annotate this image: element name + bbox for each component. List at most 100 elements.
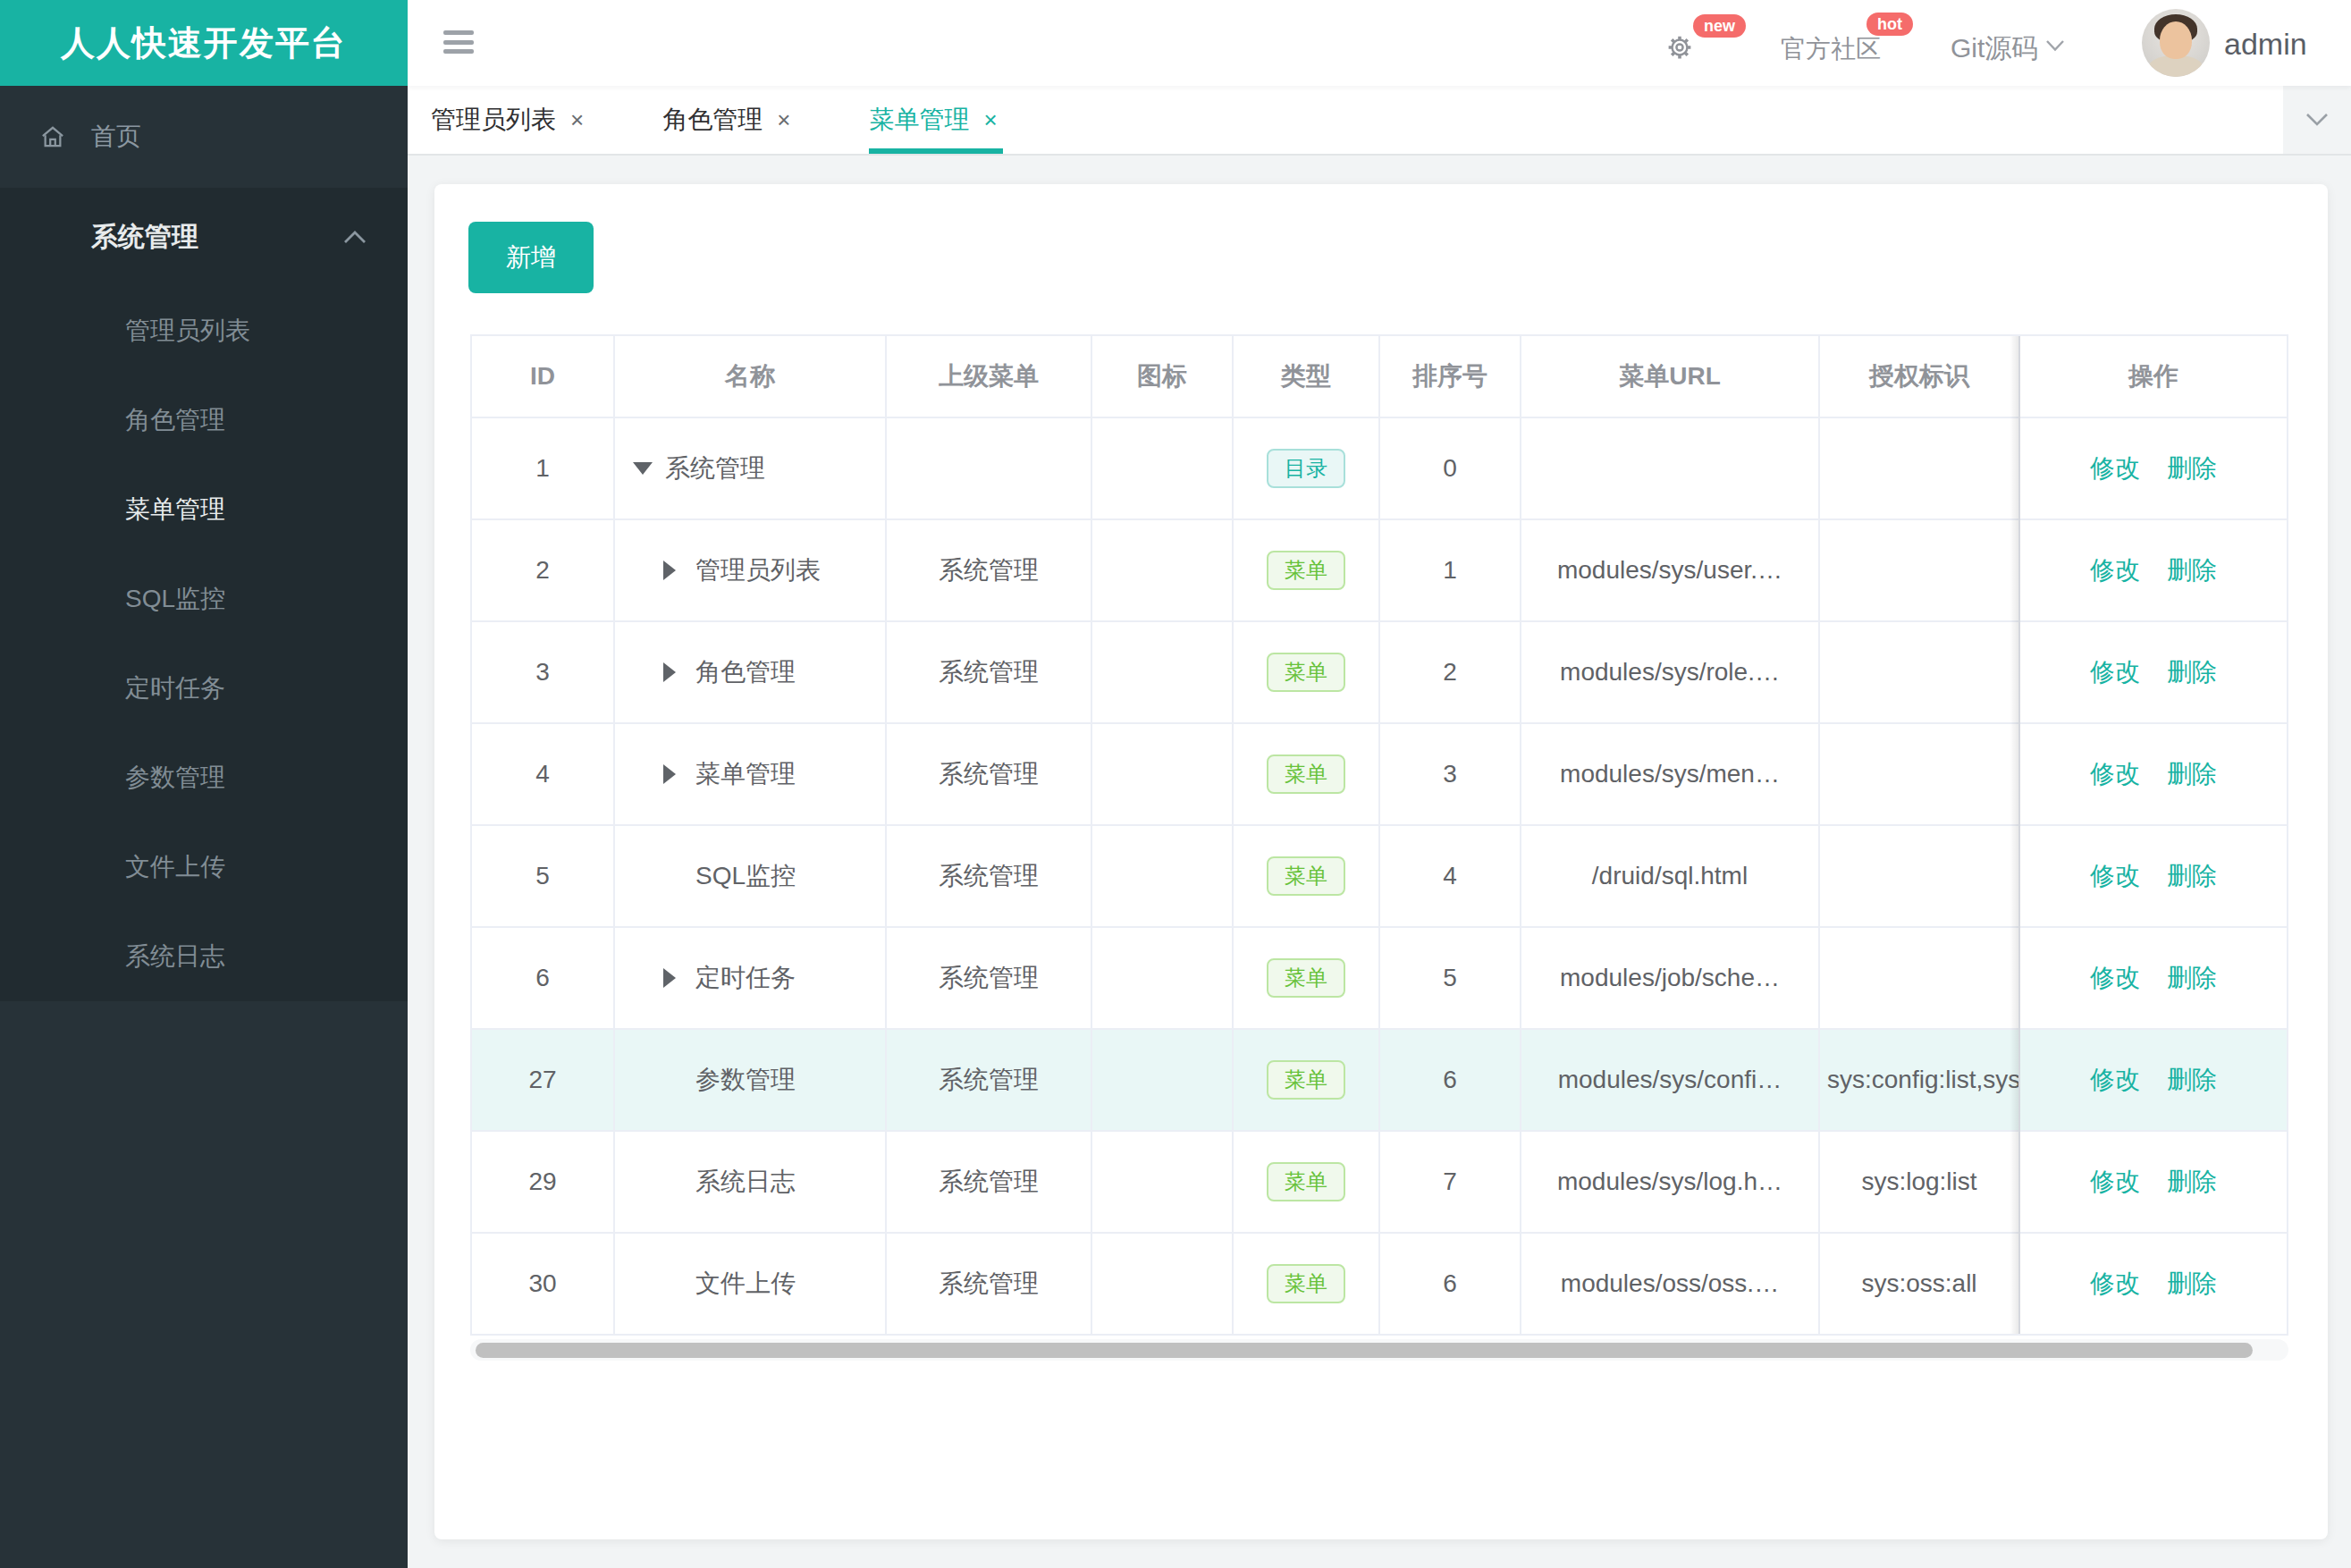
sidebar-item-7[interactable]: 系统日志 [0, 912, 408, 1001]
cell-order: 4 [1379, 825, 1521, 927]
sidebar: 人人快速开发平台 首页 系统管理 管理员列表角色管理菜单管理SQL监控定时任务参… [0, 0, 408, 1568]
community-link[interactable]: 官方社区 [1781, 32, 1881, 66]
cell-parent: 系统管理 [886, 927, 1091, 1029]
home-icon [41, 125, 64, 148]
tab-close-icon[interactable]: × [983, 106, 997, 134]
type-badge-menu: 菜单 [1267, 653, 1345, 692]
cell-id: 1 [471, 417, 614, 519]
table-row-3[interactable]: 3角色管理系统管理菜单2modules/sys/role.…修改删除 [471, 621, 2288, 723]
sidebar-item-3[interactable]: SQL监控 [0, 554, 408, 644]
col-header-icon: 图标 [1091, 335, 1233, 417]
table-row-1[interactable]: 1系统管理目录0修改删除 [471, 417, 2288, 519]
col-header-url: 菜单URL [1521, 335, 1819, 417]
delete-link[interactable]: 删除 [2167, 964, 2217, 991]
gear-icon[interactable] [1666, 34, 1693, 61]
cell-perm: sys:oss:all [1819, 1233, 2019, 1335]
cell-name: 文件上传 [695, 1267, 796, 1301]
tab-1[interactable]: 角色管理 × [662, 86, 790, 154]
table-row-30[interactable]: 30文件上传系统管理菜单6modules/oss/oss.…sys:oss:al… [471, 1233, 2288, 1335]
delete-link[interactable]: 删除 [2167, 556, 2217, 584]
table-row-29[interactable]: 29系统日志系统管理菜单7modules/sys/log.h…sys:log:l… [471, 1131, 2288, 1233]
tab-close-icon[interactable]: × [570, 106, 584, 134]
cell-url: modules/sys/men… [1521, 723, 1819, 825]
cell-perm [1819, 825, 2019, 927]
cell-parent: 系统管理 [886, 621, 1091, 723]
content: 新增 ID名称上级菜单图标类型排序号菜单URL授权标识操作 1系统管理目录0修改… [408, 156, 2351, 1568]
sidebar-item-home[interactable]: 首页 [0, 86, 408, 188]
sidebar-item-1[interactable]: 角色管理 [0, 375, 408, 465]
table-row-6[interactable]: 6定时任务系统管理菜单5modules/job/sche…修改删除 [471, 927, 2288, 1029]
edit-link[interactable]: 修改 [2090, 760, 2140, 788]
delete-link[interactable]: 删除 [2167, 658, 2217, 686]
git-link[interactable]: Git源码 [1951, 30, 2038, 67]
cell-url: /druid/sql.html [1521, 825, 1819, 927]
sidebar-section-label: 系统管理 [91, 219, 198, 256]
sidebar-item-4[interactable]: 定时任务 [0, 644, 408, 733]
sidebar-section-header[interactable]: 系统管理 [0, 188, 408, 286]
type-badge-menu: 菜单 [1267, 754, 1345, 794]
menu-table: ID名称上级菜单图标类型排序号菜单URL授权标识操作 1系统管理目录0修改删除 2… [470, 334, 2288, 1336]
delete-link[interactable]: 删除 [2167, 1168, 2217, 1195]
sidebar-item-5[interactable]: 参数管理 [0, 733, 408, 822]
table-row-5[interactable]: 5SQL监控系统管理菜单4/druid/sql.html修改删除 [471, 825, 2288, 927]
cell-parent: 系统管理 [886, 825, 1091, 927]
table-row-4[interactable]: 4菜单管理系统管理菜单3modules/sys/men…修改删除 [471, 723, 2288, 825]
scrollbar-thumb[interactable] [476, 1343, 2253, 1358]
menu-toggle-icon[interactable] [443, 30, 474, 54]
main-area: new 官方社区 hot Git源码 admin 管理员列表×角色管理×菜单管理… [408, 0, 2351, 1568]
table-row-2[interactable]: 2管理员列表系统管理菜单1modules/sys/user.…修改删除 [471, 519, 2288, 621]
tab-label: 角色管理 [662, 103, 763, 137]
type-badge-menu: 菜单 [1267, 1264, 1345, 1303]
cell-url: modules/sys/role.… [1521, 621, 1819, 723]
collapse-arrow-icon[interactable] [633, 462, 653, 475]
add-button[interactable]: 新增 [468, 222, 594, 293]
sidebar-item-6[interactable]: 文件上传 [0, 822, 408, 912]
edit-link[interactable]: 修改 [2090, 1269, 2140, 1297]
cell-name: 定时任务 [695, 961, 796, 995]
hot-badge: hot [1866, 13, 1913, 36]
edit-link[interactable]: 修改 [2090, 454, 2140, 482]
edit-link[interactable]: 修改 [2090, 862, 2140, 889]
edit-link[interactable]: 修改 [2090, 1066, 2140, 1093]
sidebar-item-2[interactable]: 菜单管理 [0, 465, 408, 554]
edit-link[interactable]: 修改 [2090, 556, 2140, 584]
content-card: 新增 ID名称上级菜单图标类型排序号菜单URL授权标识操作 1系统管理目录0修改… [434, 184, 2328, 1539]
sidebar-home-label: 首页 [91, 120, 141, 154]
cell-url: modules/sys/user.… [1521, 519, 1819, 621]
delete-link[interactable]: 删除 [2167, 454, 2217, 482]
cell-name: 系统日志 [695, 1165, 796, 1199]
sidebar-subitems: 管理员列表角色管理菜单管理SQL监控定时任务参数管理文件上传系统日志 [0, 286, 408, 1001]
tab-2[interactable]: 菜单管理× [869, 86, 997, 154]
expand-arrow-icon[interactable] [663, 662, 676, 682]
expand-arrow-icon[interactable] [663, 561, 676, 580]
expand-arrow-icon[interactable] [663, 764, 676, 784]
edit-link[interactable]: 修改 [2090, 658, 2140, 686]
table-header-row: ID名称上级菜单图标类型排序号菜单URL授权标识操作 [471, 335, 2288, 417]
edit-link[interactable]: 修改 [2090, 1168, 2140, 1195]
cell-icon [1091, 621, 1233, 723]
expand-arrow-icon[interactable] [663, 968, 676, 988]
sidebar-item-0[interactable]: 管理员列表 [0, 286, 408, 375]
cell-parent: 系统管理 [886, 1233, 1091, 1335]
cell-perm [1819, 927, 2019, 1029]
cell-id: 29 [471, 1131, 614, 1233]
tabs-dropdown-button[interactable] [2283, 86, 2351, 154]
chevron-down-icon [2305, 113, 2329, 127]
tab-close-icon[interactable]: × [777, 106, 790, 134]
cell-perm [1819, 723, 2019, 825]
delete-link[interactable]: 删除 [2167, 862, 2217, 889]
avatar[interactable] [2142, 9, 2210, 77]
delete-link[interactable]: 删除 [2167, 760, 2217, 788]
delete-link[interactable]: 删除 [2167, 1066, 2217, 1093]
cell-url: modules/job/sche… [1521, 927, 1819, 1029]
tab-0[interactable]: 管理员列表× [431, 86, 584, 154]
username[interactable]: admin [2224, 27, 2307, 62]
type-badge-menu: 菜单 [1267, 958, 1345, 998]
delete-link[interactable]: 删除 [2167, 1269, 2217, 1297]
col-header-name: 名称 [614, 335, 886, 417]
edit-link[interactable]: 修改 [2090, 964, 2140, 991]
cell-url [1521, 417, 1819, 519]
cell-icon [1091, 519, 1233, 621]
cell-name: 管理员列表 [695, 553, 821, 587]
table-row-27[interactable]: 27参数管理系统管理菜单6modules/sys/confi…sys:confi… [471, 1029, 2288, 1131]
